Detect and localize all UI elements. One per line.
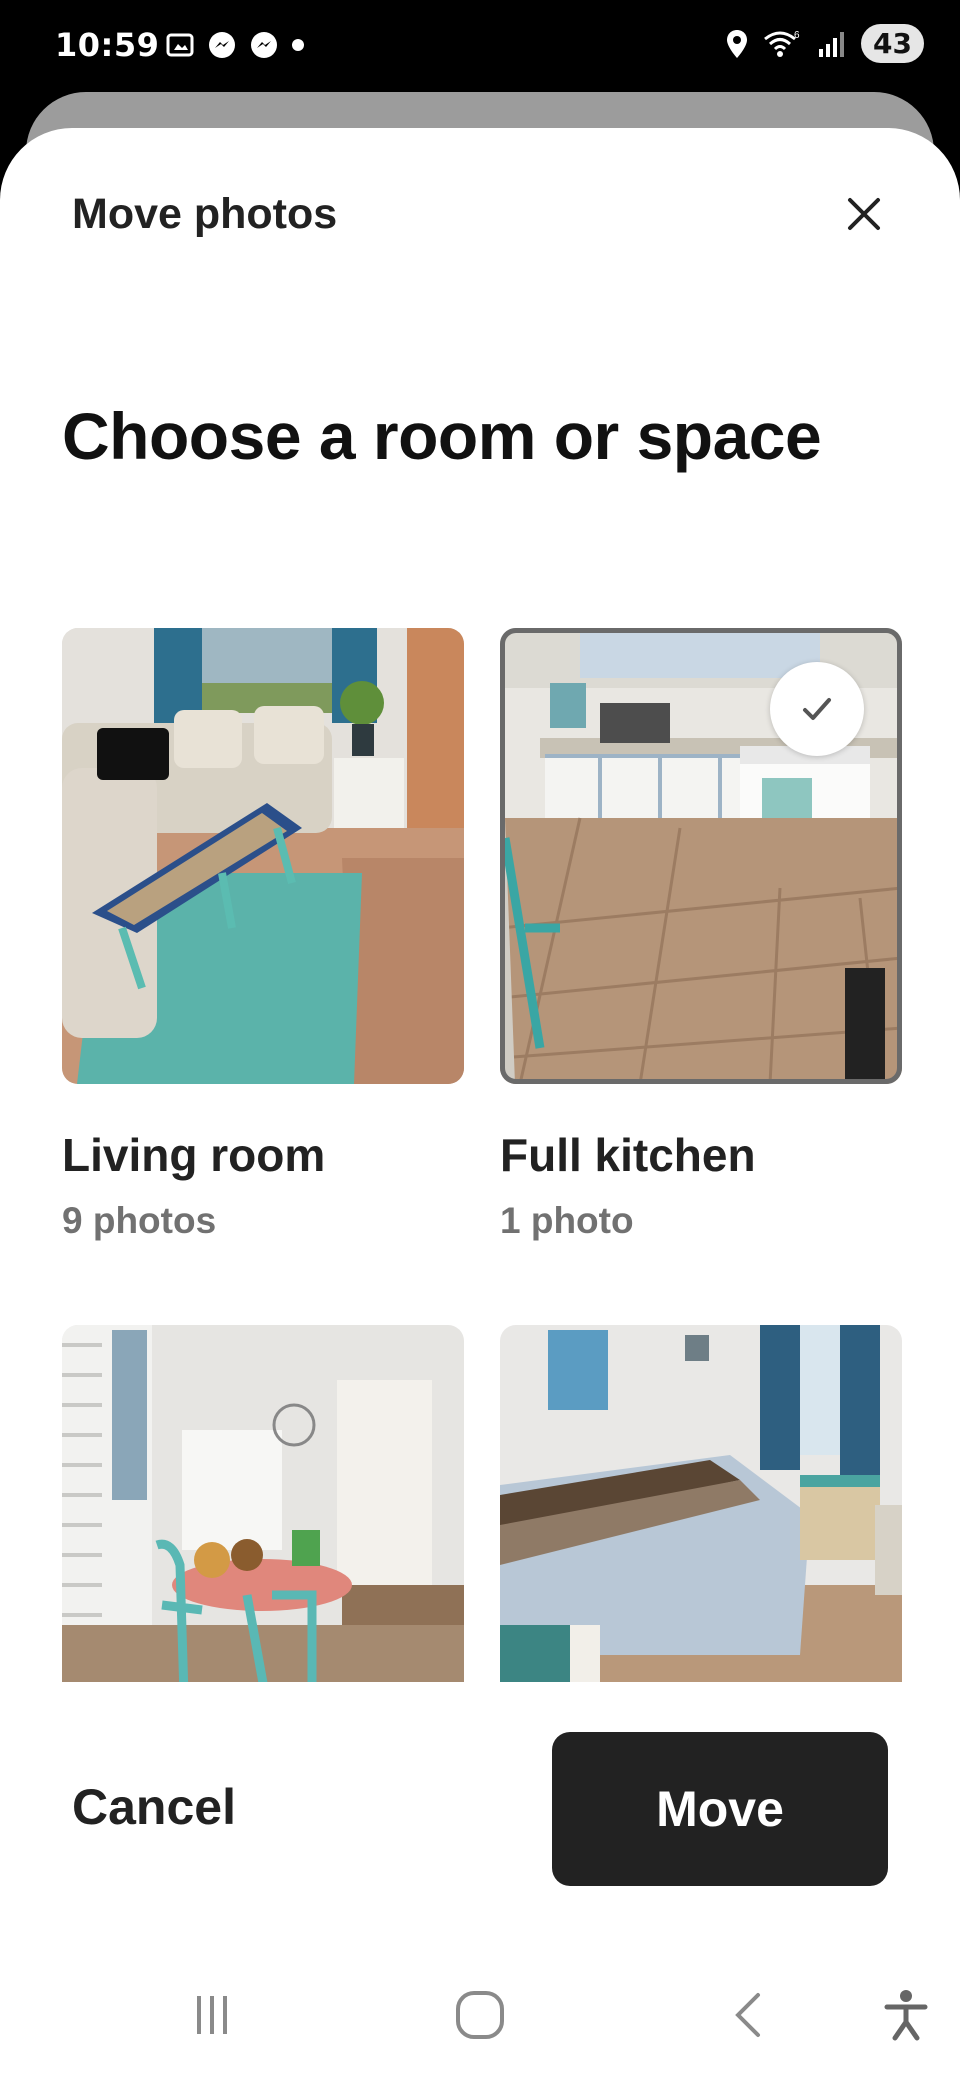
accessibility-icon: [884, 1990, 928, 2041]
notification-icons: [165, 30, 305, 60]
room-photo: [62, 1325, 464, 1682]
sheet-title: Move photos: [72, 190, 338, 238]
status-time: 10:59: [55, 26, 160, 64]
signal-icon: [819, 31, 845, 57]
room-photo-selected: [500, 628, 902, 1084]
battery-indicator: 43: [861, 24, 924, 63]
accessibility-button[interactable]: [866, 1980, 946, 2050]
dot-icon: [292, 39, 304, 51]
system-navigation-bar: [0, 1940, 960, 2080]
close-icon: [848, 198, 880, 230]
cancel-button[interactable]: Cancel: [72, 1778, 236, 1836]
room-name: Living room: [62, 1129, 326, 1181]
check-icon: [803, 698, 831, 720]
close-button[interactable]: [838, 188, 890, 240]
home-button[interactable]: [440, 1980, 520, 2050]
back-button[interactable]: [710, 1980, 790, 2050]
room-card-bedroom[interactable]: [500, 1325, 902, 1682]
recent-apps-button[interactable]: [172, 1980, 252, 2050]
room-photo-count: 1 photo: [500, 1200, 634, 1241]
room-card-full-kitchen[interactable]: Full kitchen 1 photo: [500, 628, 902, 1241]
back-icon: [735, 1993, 760, 2037]
recent-apps-icon: [197, 1996, 227, 2034]
page-heading: Choose a room or space: [62, 399, 822, 473]
move-button[interactable]: Move: [552, 1732, 888, 1886]
bedroom-image: [500, 1325, 902, 1682]
room-grid: Living room 9 photos Full kitchen 1 phot…: [0, 628, 960, 1682]
room-name: Full kitchen: [500, 1129, 756, 1181]
room-photo: [62, 628, 464, 1084]
location-icon: [727, 29, 748, 58]
move-photos-sheet: Move photos Choose a room or space Livin…: [0, 128, 960, 2080]
screenshot-icon: [166, 33, 194, 57]
room-photo: [500, 1325, 902, 1682]
dining-image: [62, 1325, 464, 1682]
home-icon: [456, 1991, 504, 2039]
messenger-icon-2: [251, 32, 277, 58]
messenger-icon: [209, 32, 235, 58]
status-bar: 10:59 6 43: [0, 0, 960, 95]
room-card-living-room[interactable]: Living room 9 photos: [62, 628, 464, 1241]
wifi-icon: 6: [764, 30, 800, 57]
living-room-image: [62, 628, 464, 1084]
selected-check-badge: [770, 662, 864, 756]
wifi-label: 6: [794, 30, 800, 41]
system-icons: 6 43: [725, 24, 924, 63]
room-photo-count: 9 photos: [62, 1200, 217, 1241]
room-card-dining[interactable]: [62, 1325, 464, 1682]
